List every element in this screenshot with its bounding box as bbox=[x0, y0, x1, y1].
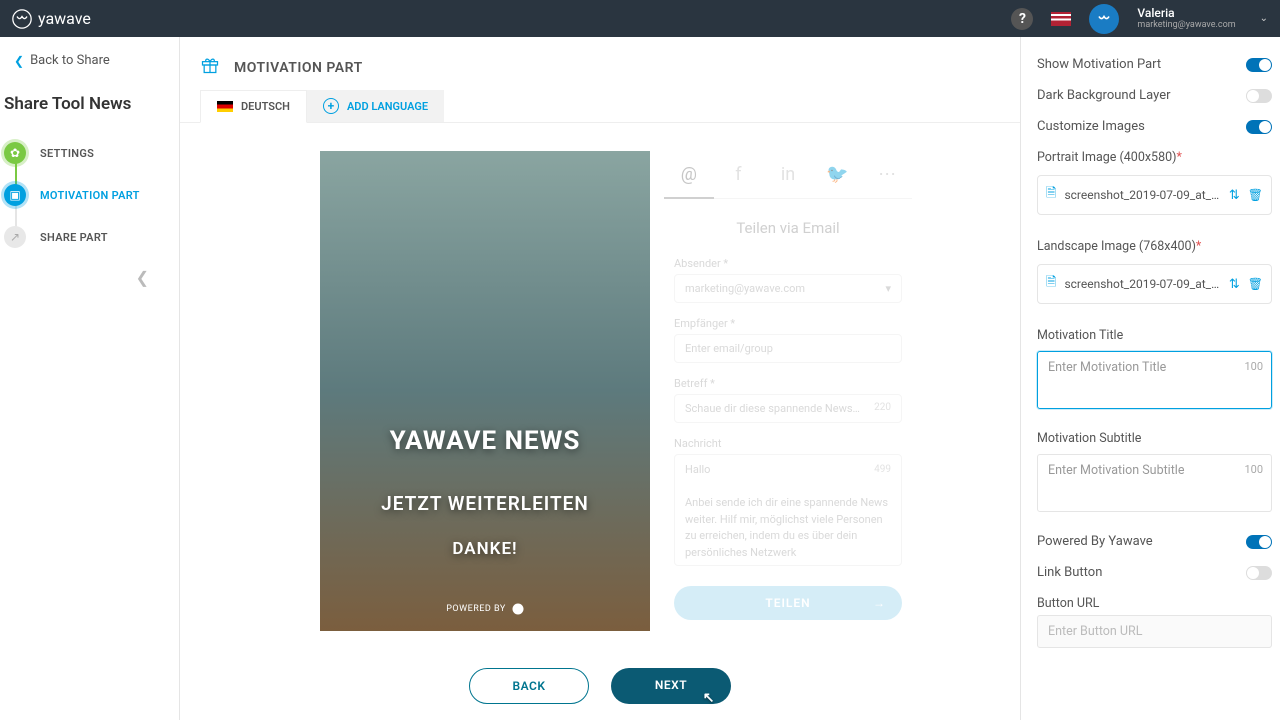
share-icon: ↗ bbox=[4, 226, 26, 248]
motivation-subtitle-input[interactable]: Enter Motivation Subtitle 100 bbox=[1037, 454, 1272, 512]
preview-thanks: DANKE! bbox=[452, 539, 517, 559]
twitter-icon[interactable]: 🐦 bbox=[813, 151, 863, 199]
email-icon[interactable]: @ bbox=[664, 151, 714, 199]
avatar[interactable] bbox=[1089, 4, 1119, 34]
gift-icon: ▣ bbox=[4, 184, 26, 206]
toggle-dark-bg[interactable] bbox=[1246, 89, 1272, 103]
brand-name: yawave bbox=[38, 9, 91, 28]
user-info[interactable]: Valeria marketing@yawave.com bbox=[1137, 6, 1235, 31]
sidebar-title: Share Tool News bbox=[0, 84, 179, 132]
user-name: Valeria bbox=[1137, 6, 1235, 20]
toggle-show-motivation[interactable] bbox=[1246, 58, 1272, 72]
subject-input[interactable]: Schaue dir diese spannende News… 220 bbox=[674, 394, 902, 423]
toggle-powered-by[interactable] bbox=[1246, 535, 1272, 549]
email-share-panel: @ f in 🐦 ⋯ Teilen via Email Absender * m… bbox=[664, 151, 912, 631]
recipient-input[interactable]: Enter email/group bbox=[674, 334, 902, 363]
help-icon[interactable]: ? bbox=[1011, 8, 1033, 30]
chevron-left-icon: ❮ bbox=[14, 54, 24, 68]
sender-select[interactable]: marketing@yawave.com▾ bbox=[674, 274, 902, 303]
plus-icon: + bbox=[323, 98, 339, 114]
sidebar: ❮ Back to Share Share Tool News ✿ SETTIN… bbox=[0, 37, 180, 720]
arrow-right-icon: → bbox=[873, 596, 886, 610]
trash-icon[interactable]: 🗑 bbox=[1248, 188, 1263, 202]
locale-flag[interactable] bbox=[1051, 12, 1071, 26]
cursor-icon: ↖ bbox=[703, 690, 715, 706]
de-flag-icon bbox=[217, 101, 233, 112]
next-button[interactable]: NEXT ↖ bbox=[611, 668, 731, 704]
file-icon: 🗎 bbox=[1046, 273, 1056, 295]
message-textarea[interactable]: Hallo499 Anbei sende ich dir eine spanne… bbox=[674, 454, 902, 566]
brand-logo[interactable]: yawave bbox=[12, 9, 91, 29]
collapse-sidebar[interactable]: ❮ bbox=[0, 258, 179, 297]
back-to-share-link[interactable]: ❮ Back to Share bbox=[0, 37, 179, 84]
file-icon: 🗎 bbox=[1046, 184, 1056, 206]
chevron-down-icon[interactable]: ⌄ bbox=[1260, 13, 1268, 24]
motivation-title-input[interactable]: Enter Motivation Title 100 bbox=[1037, 351, 1272, 409]
topbar: yawave ? Valeria marketing@yawave.com ⌄ bbox=[0, 0, 1280, 37]
page-title: MOTIVATION PART bbox=[234, 60, 363, 76]
step-motivation-part[interactable]: ▣ MOTIVATION PART bbox=[4, 174, 179, 216]
portrait-image-file[interactable]: 🗎 screenshot_2019-07-09_at_1… ⇅ 🗑 bbox=[1037, 175, 1272, 215]
gear-icon: ✿ bbox=[4, 142, 26, 164]
facebook-icon[interactable]: f bbox=[714, 151, 764, 199]
tab-add-language[interactable]: + ADD LANGUAGE bbox=[307, 90, 444, 122]
linkedin-icon[interactable]: in bbox=[763, 151, 813, 199]
preview-title: YAWAVE NEWS bbox=[390, 426, 581, 456]
portrait-preview: YAWAVE NEWS JETZT WEITERLEITEN DANKE! PO… bbox=[320, 151, 650, 631]
step-share-part[interactable]: ↗ SHARE PART bbox=[4, 216, 179, 258]
replace-icon[interactable]: ⇅ bbox=[1229, 277, 1240, 292]
button-url-input[interactable]: Enter Button URL bbox=[1037, 615, 1272, 648]
settings-panel: Show Motivation Part Dark Background Lay… bbox=[1020, 37, 1280, 720]
share-button[interactable]: TEILEN → bbox=[674, 586, 902, 620]
back-button[interactable]: BACK bbox=[469, 668, 589, 704]
trash-icon[interactable]: 🗑 bbox=[1248, 277, 1263, 291]
tab-deutsch[interactable]: DEUTSCH bbox=[200, 90, 307, 123]
gift-icon bbox=[200, 55, 220, 80]
step-settings[interactable]: ✿ SETTINGS bbox=[4, 132, 179, 174]
landscape-image-file[interactable]: 🗎 screenshot_2019-07-09_at_1… ⇅ 🗑 bbox=[1037, 264, 1272, 304]
more-icon[interactable]: ⋯ bbox=[862, 151, 912, 199]
preview-subtitle: JETZT WEITERLEITEN bbox=[381, 492, 589, 515]
powered-by: POWERED BY bbox=[446, 603, 524, 615]
user-email: marketing@yawave.com bbox=[1137, 20, 1235, 31]
replace-icon[interactable]: ⇅ bbox=[1229, 188, 1240, 203]
toggle-link-button[interactable] bbox=[1246, 566, 1272, 580]
toggle-customize-images[interactable] bbox=[1246, 120, 1272, 134]
email-heading: Teilen via Email bbox=[664, 199, 912, 253]
